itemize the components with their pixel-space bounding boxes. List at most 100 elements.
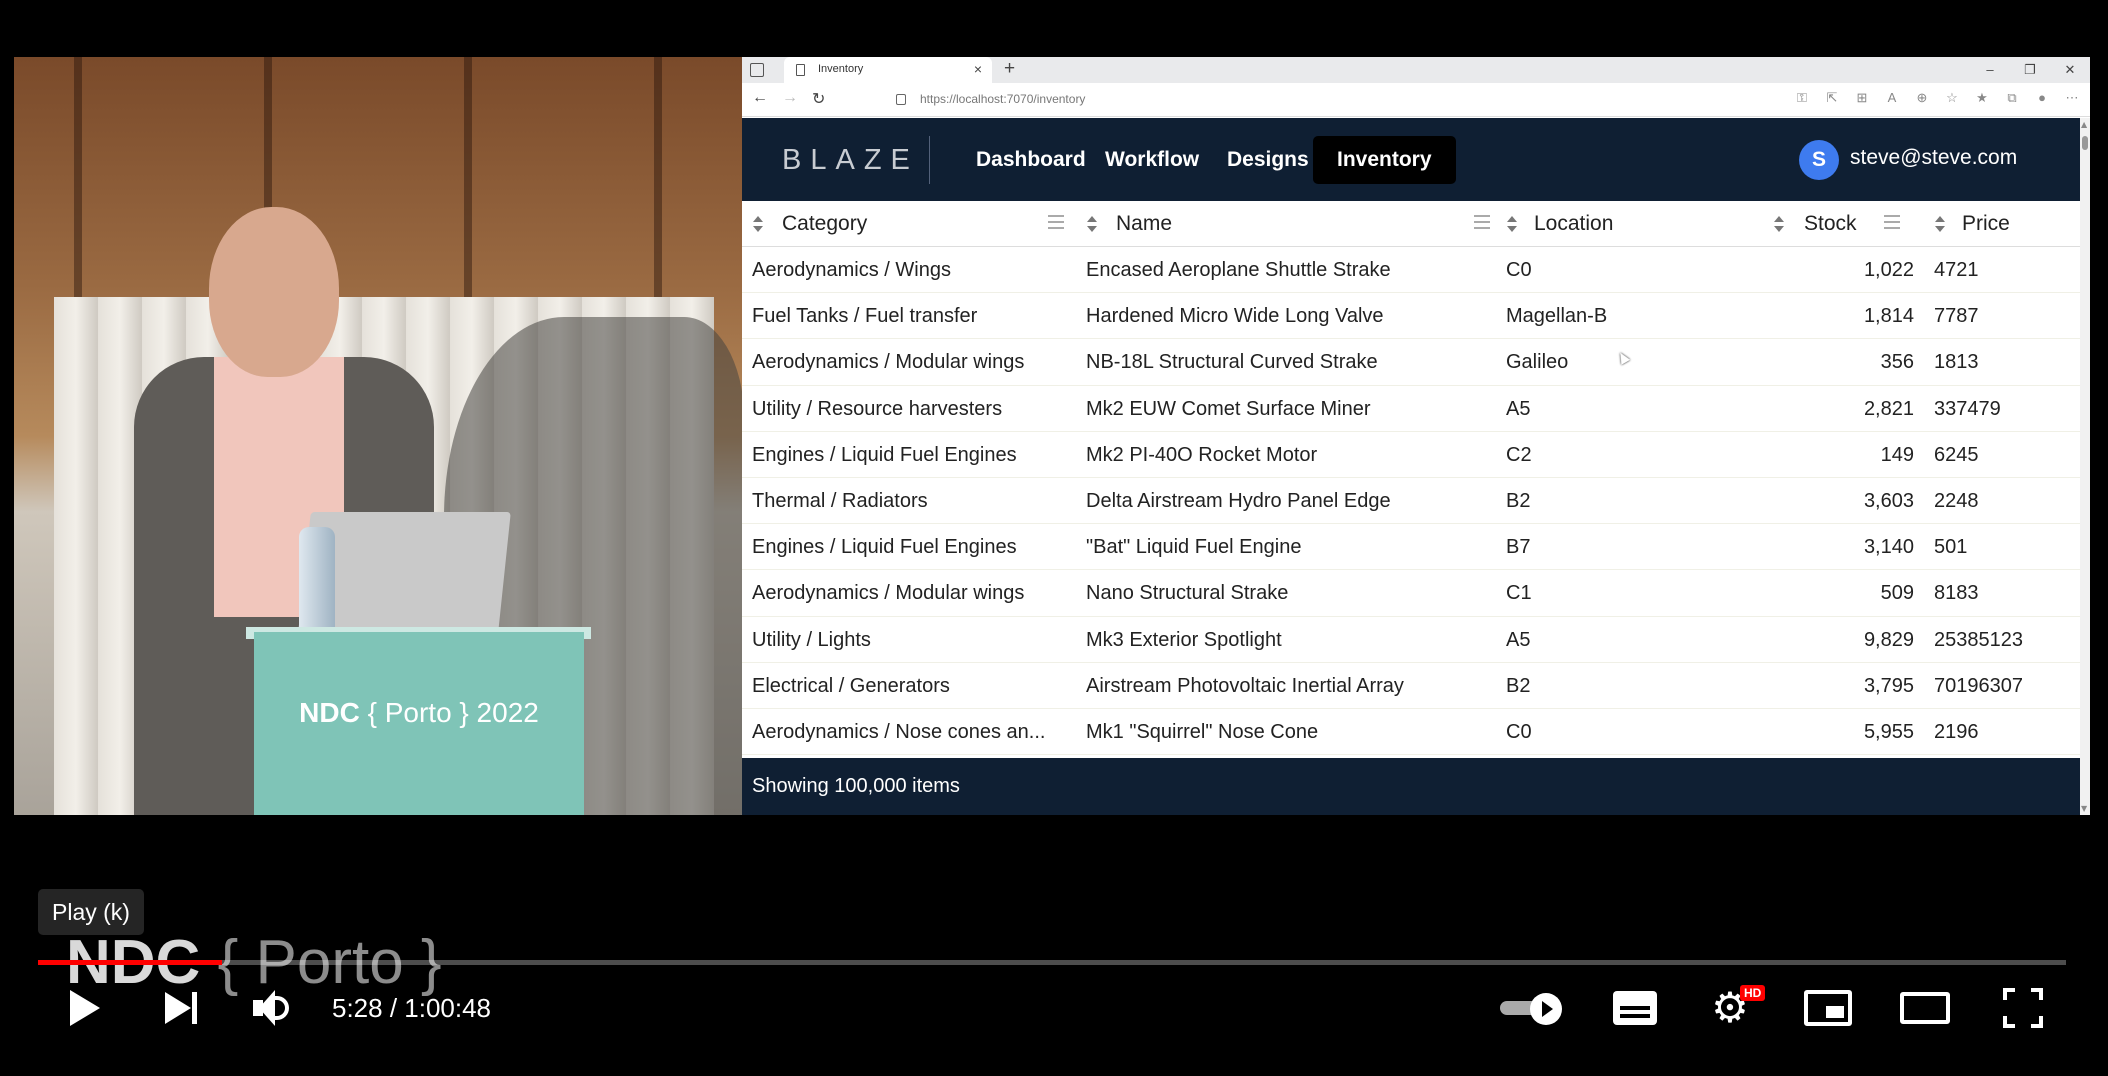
- apps-icon[interactable]: ⊞: [1852, 90, 1872, 106]
- play-icon: [70, 990, 100, 1026]
- nav-inventory[interactable]: Inventory: [1313, 136, 1456, 184]
- sort-icon[interactable]: [1506, 216, 1518, 232]
- page-scrollbar[interactable]: ▲ ▼: [2080, 118, 2090, 815]
- url-field[interactable]: https://localhost:7070/inventory: [920, 92, 1085, 106]
- subtitles-button[interactable]: [1610, 983, 1660, 1033]
- scroll-down-icon[interactable]: ▼: [2081, 804, 2087, 813]
- browser-window: Inventory × + – ❐ ✕ ← → ↻ https://localh…: [742, 57, 2090, 815]
- cell-name: Mk2 EUW Comet Surface Miner: [1086, 397, 1371, 420]
- share-icon[interactable]: ⇱: [1822, 90, 1842, 106]
- grid-footer: Showing 100,000 items: [742, 758, 2080, 815]
- wall-panel-seam: [74, 57, 82, 317]
- play-button[interactable]: [60, 983, 110, 1033]
- table-row[interactable]: Aerodynamics / Wings Encased Aeroplane Sh…: [742, 247, 2080, 294]
- cell-stock: 5,955: [1863, 720, 1914, 743]
- column-label: Price: [1962, 212, 2010, 235]
- window-controls: – ❐ ✕: [1970, 57, 2090, 83]
- cell-category: Aerodynamics / Wings: [752, 259, 951, 281]
- video-player[interactable]: NDC { Porto } 2022 Inventory × + – ❐ ✕ ←…: [0, 0, 2108, 1076]
- header-divider: [929, 136, 930, 184]
- table-row[interactable]: Aerodynamics / Nose cones an... Mk1 "Squi…: [742, 709, 2080, 756]
- table-row[interactable]: Utility / Lights Mk3 Exterior Spotlight A5…: [742, 617, 2080, 663]
- user-email[interactable]: steve@steve.com: [1850, 146, 2017, 170]
- table-row[interactable]: Engines / Liquid Fuel Engines Mk2 PI-40O …: [742, 432, 2080, 478]
- favorites-icon[interactable]: ★: [1972, 90, 1992, 106]
- cell-location: Galileo: [1506, 351, 1569, 374]
- column-header-location[interactable]: Location: [1506, 201, 1786, 247]
- restore-icon[interactable]: ❐: [2010, 57, 2050, 83]
- cell-price: 2196: [1934, 720, 1979, 743]
- blaze-logo[interactable]: BLAZE: [782, 144, 919, 177]
- cell-location: B2: [1506, 674, 1531, 697]
- table-row[interactable]: Thermal / Radiators Delta Airstream Hydro…: [742, 478, 2080, 525]
- table-row[interactable]: Engines / Liquid Fuel Engines "Bat" Liqui…: [742, 524, 2080, 571]
- cell-name: Hardened Micro Wide Long Valve: [1086, 305, 1384, 328]
- column-header-name[interactable]: Name: [1086, 201, 1496, 247]
- cell-price: 501: [1934, 536, 1968, 559]
- column-menu-icon[interactable]: [1474, 215, 1490, 229]
- tab-actions-icon[interactable]: [750, 63, 764, 77]
- sort-icon[interactable]: [752, 216, 764, 232]
- progress-bar[interactable]: [38, 960, 2066, 965]
- tab-inventory[interactable]: Inventory ×: [784, 57, 992, 83]
- close-tab-icon[interactable]: ×: [974, 61, 982, 77]
- scrollbar-thumb[interactable]: [2082, 136, 2088, 150]
- wall-panel-seam: [654, 57, 662, 317]
- cell-location: A5: [1506, 397, 1531, 420]
- key-icon[interactable]: ⚿: [1792, 90, 1812, 106]
- table-row[interactable]: Fuel Tanks / Fuel transfer Hardened Micro…: [742, 293, 2080, 340]
- refresh-icon[interactable]: ↻: [812, 89, 825, 109]
- nav-workflow[interactable]: Workflow: [1081, 136, 1223, 184]
- cell-name: Encased Aeroplane Shuttle Strake: [1086, 259, 1391, 281]
- new-tab-icon[interactable]: +: [1004, 58, 1015, 80]
- app-header: BLAZE Dashboard Workflow Designs Invento…: [742, 118, 2080, 201]
- column-label: Category: [782, 212, 868, 235]
- minimize-icon[interactable]: –: [1970, 57, 2010, 83]
- cell-location: A5: [1506, 628, 1531, 651]
- sort-icon[interactable]: [1934, 216, 1946, 232]
- mute-button[interactable]: [250, 983, 300, 1033]
- cell-category: Fuel Tanks / Fuel transfer: [752, 305, 978, 328]
- fullscreen-button[interactable]: [1998, 983, 2048, 1033]
- table-row[interactable]: Utility / Resource harvesters Mk2 EUW Com…: [742, 386, 2080, 432]
- sort-icon[interactable]: [1086, 216, 1098, 232]
- column-header-stock[interactable]: Stock: [1804, 201, 1924, 247]
- column-header-price[interactable]: Price: [1934, 201, 2074, 247]
- column-menu-icon[interactable]: [1048, 215, 1064, 229]
- grid-header: Category Name Location Stock Price: [742, 201, 2080, 247]
- read-aloud-icon[interactable]: A: [1882, 90, 1902, 106]
- add-favorite-icon[interactable]: ☆: [1942, 90, 1962, 106]
- next-button[interactable]: [156, 983, 206, 1033]
- table-row[interactable]: Aerodynamics / Modular wings NB-18L Struc…: [742, 339, 2080, 386]
- cell-category: Electrical / Generators: [752, 674, 950, 697]
- video-frame[interactable]: NDC { Porto } 2022 Inventory × + – ❐ ✕ ←…: [14, 57, 2090, 815]
- avatar[interactable]: S: [1799, 140, 1839, 180]
- sort-icon[interactable]: [1773, 216, 1785, 232]
- close-window-icon[interactable]: ✕: [2050, 57, 2090, 83]
- column-header-category[interactable]: Category: [752, 201, 1077, 247]
- tab-title: Inventory: [818, 63, 864, 75]
- autoplay-toggle[interactable]: [1498, 983, 1568, 1033]
- forward-icon[interactable]: →: [782, 89, 798, 107]
- table-row[interactable]: Aerodynamics / Modular wings Nano Structu…: [742, 570, 2080, 617]
- column-menu-icon[interactable]: [1884, 215, 1900, 229]
- zoom-icon[interactable]: ⊕: [1912, 90, 1932, 106]
- tab-strip: Inventory × + – ❐ ✕: [742, 57, 2090, 83]
- podium-sign-light: { Porto } 2022: [367, 697, 539, 728]
- collections-icon[interactable]: ⧉: [2002, 90, 2022, 106]
- cell-stock: 3,140: [1863, 536, 1914, 559]
- table-row[interactable]: Electrical / Generators Airstream Photovo…: [742, 663, 2080, 709]
- theater-mode-button[interactable]: [1895, 983, 1955, 1033]
- cell-name: Nano Structural Strake: [1086, 582, 1289, 605]
- scroll-up-icon[interactable]: ▲: [2081, 120, 2087, 129]
- miniplayer-icon: [1804, 990, 1852, 1026]
- subtitles-icon: [1613, 991, 1657, 1025]
- lock-icon[interactable]: [896, 94, 906, 105]
- more-icon[interactable]: ⋯: [2062, 90, 2082, 106]
- back-icon[interactable]: ←: [752, 89, 768, 107]
- miniplayer-button[interactable]: [1800, 983, 1856, 1033]
- speaker-head: [209, 207, 339, 377]
- cell-stock: 9,829: [1863, 628, 1914, 651]
- profile-icon[interactable]: ●: [2032, 90, 2052, 106]
- podium-sign-bold: NDC: [299, 697, 360, 728]
